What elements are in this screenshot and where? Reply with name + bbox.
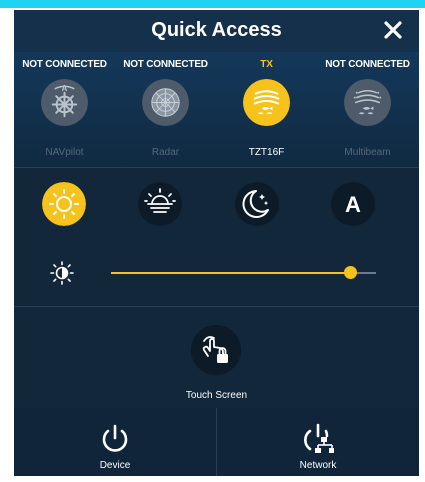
- network-label: Network: [299, 460, 337, 471]
- radar-icon: [142, 79, 189, 126]
- top-accent-bar: [0, 0, 425, 8]
- sensor-sources: NOT CONNECTED A NAVpilot NOT CONNECTED R…: [14, 52, 419, 167]
- night-mode-button[interactable]: [235, 182, 279, 226]
- source-name: NAVpilot: [45, 147, 84, 158]
- dusk-mode-button[interactable]: [138, 182, 182, 226]
- ship-wheel-icon: A: [41, 79, 88, 126]
- panel-header: Quick Access: [14, 10, 419, 52]
- auto-mode-letter: A: [345, 192, 361, 217]
- power-icon: [102, 424, 128, 452]
- multibeam-icon: [344, 79, 391, 126]
- source-name: Radar: [151, 147, 180, 158]
- brightness-slider-fill: [111, 272, 350, 274]
- source-status: NOT CONNECTED: [325, 59, 410, 70]
- network-power-icon: [304, 423, 334, 453]
- source-name: TZT16F: [248, 147, 285, 158]
- network-power-button[interactable]: Network: [217, 408, 419, 476]
- source-navpilot[interactable]: NOT CONNECTED A NAVpilot: [14, 52, 115, 167]
- auto-mode-button[interactable]: A: [331, 182, 375, 226]
- divider: [14, 167, 419, 168]
- source-tzt16f[interactable]: TX TZT16F: [216, 52, 317, 167]
- close-icon[interactable]: [381, 18, 405, 42]
- quick-access-panel: Quick Access NOT CONNECTED A NAVpilot NO…: [14, 10, 419, 476]
- brightness-icon: [50, 261, 74, 285]
- source-radar[interactable]: NOT CONNECTED Radar: [115, 52, 216, 167]
- touch-screen-lock-button[interactable]: [191, 325, 241, 375]
- brightness-slider[interactable]: [111, 266, 376, 279]
- device-label: Device: [99, 460, 131, 471]
- fish-finder-icon: [243, 79, 290, 126]
- source-multibeam[interactable]: NOT CONNECTED Multibeam: [317, 52, 418, 167]
- device-power-button[interactable]: Device: [14, 408, 216, 476]
- vertical-divider: [216, 408, 217, 476]
- source-status: TX: [260, 59, 273, 70]
- page-title: Quick Access: [151, 19, 282, 41]
- day-mode-button[interactable]: [42, 182, 86, 226]
- source-status: NOT CONNECTED: [22, 59, 107, 70]
- source-name: Multibeam: [344, 147, 391, 158]
- source-status: NOT CONNECTED: [123, 59, 208, 70]
- touch-screen-label: Touch Screen: [185, 390, 248, 401]
- svg-text:A: A: [62, 84, 68, 93]
- divider: [14, 306, 419, 307]
- brightness-slider-handle[interactable]: [343, 266, 357, 279]
